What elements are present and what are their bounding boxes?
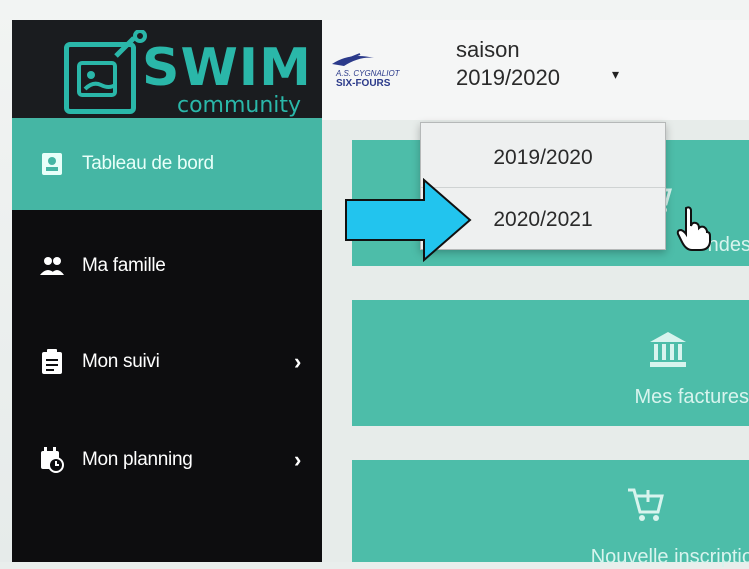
card-nouvelle-inscription[interactable]: Nouvelle inscriptio (352, 460, 749, 568)
card-label: Nouvelle inscriptio (590, 546, 749, 568)
bank-icon (650, 332, 686, 367)
brand-name: SWIM (142, 38, 312, 98)
calendar-clock-icon (41, 447, 64, 473)
sidebar-item-mon-planning[interactable]: Mon planning › (12, 414, 322, 506)
season-value: 2019/2020 (456, 65, 560, 90)
card-label: Mes factures (634, 386, 749, 408)
screen: SWIM community Tableau de bord Ma famill… (0, 0, 749, 568)
sidebar-item-label: Mon planning (82, 449, 193, 470)
right-arrow-icon (345, 178, 472, 262)
clipboard-icon (42, 349, 62, 374)
card-label: ndes (707, 234, 749, 256)
sidebar-item-mon-suivi[interactable]: Mon suivi › (12, 316, 322, 408)
hand-pointer-icon (676, 206, 711, 251)
id-badge-icon (42, 153, 62, 175)
club-logo-top-text: A.S. CYGNALIOTS (335, 69, 400, 78)
brand-tagline: community (177, 93, 302, 118)
chevron-right-icon: › (294, 349, 302, 374)
card-mes-factures[interactable]: Mes factures (352, 300, 749, 426)
brand-logo[interactable]: SWIM community (12, 20, 322, 118)
sidebar-item-label: Mon suivi (82, 351, 160, 372)
sidebar-item-ma-famille[interactable]: Ma famille (12, 220, 322, 312)
club-logo-bottom-text: SIX-FOURS (336, 78, 391, 89)
sidebar-item-label: Ma famille (82, 255, 166, 276)
season-label: saison (456, 37, 520, 62)
cart-plus-icon (628, 488, 664, 521)
top-header: A.S. CYGNALIOTS SIX-FOURS saison 2019/20… (322, 20, 749, 120)
sidebar: SWIM community Tableau de bord Ma famill… (12, 20, 322, 562)
chevron-right-icon: › (294, 447, 302, 472)
club-logo[interactable]: A.S. CYGNALIOTS SIX-FOURS (330, 52, 400, 90)
caret-down-icon: ▾ (612, 66, 620, 82)
sidebar-item-tableau-de-bord[interactable]: Tableau de bord (12, 118, 322, 210)
sidebar-item-label: Tableau de bord (82, 153, 214, 174)
users-icon (40, 257, 64, 275)
